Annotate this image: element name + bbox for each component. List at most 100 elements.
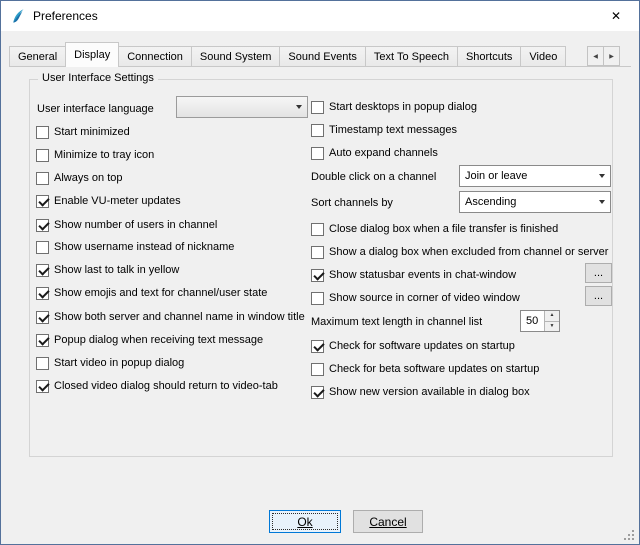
checkbox-label: Minimize to tray icon <box>54 149 154 161</box>
tab-video[interactable]: Video <box>520 46 566 66</box>
tab-text-to-speech[interactable]: Text To Speech <box>365 46 458 66</box>
tab-connection[interactable]: Connection <box>118 46 192 66</box>
spinner-down-button[interactable]: ▼ <box>545 321 559 332</box>
chevron-down-icon <box>290 97 307 117</box>
checkbox-start-minimized[interactable]: Start minimized <box>36 124 130 140</box>
ok-button[interactable]: Ok <box>269 510 341 533</box>
checkbox-show-new-version-available-in-dialog-box[interactable]: Show new version available in dialog box <box>311 384 530 400</box>
statusbar-events-more-button[interactable]: ... <box>585 263 612 283</box>
spinner-up-button[interactable]: ▲ <box>545 311 559 321</box>
checkbox-icon <box>36 149 49 162</box>
checkbox-show-username-instead-of-nickname[interactable]: Show username instead of nickname <box>36 239 234 255</box>
checkbox-icon <box>311 386 324 399</box>
checkbox-label: Check for software updates on startup <box>329 340 515 352</box>
tab-sound-system[interactable]: Sound System <box>191 46 281 66</box>
checkbox-auto-expand-channels[interactable]: Auto expand channels <box>311 145 438 161</box>
checkbox-icon <box>36 287 49 300</box>
checkbox-show-number-of-users-in-channel[interactable]: Show number of users in channel <box>36 217 217 233</box>
checkbox-show-emojis-and-text-for-channel-user-state[interactable]: Show emojis and text for channel/user st… <box>36 285 267 301</box>
cancel-label: Cancel <box>369 515 406 529</box>
checkbox-label: Check for beta software updates on start… <box>329 363 539 375</box>
label-text: Maximum text length in channel list <box>311 316 482 328</box>
language-combobox[interactable] <box>176 96 308 118</box>
checkbox-label: Start minimized <box>54 126 130 138</box>
checkbox-popup-dialog-on-text-message[interactable]: Popup dialog when receiving text message <box>36 332 263 348</box>
checkbox-icon <box>311 101 324 114</box>
checkbox-icon <box>311 223 324 236</box>
checkbox-show-server-and-channel-name-in-title[interactable]: Show both server and channel name in win… <box>36 309 305 325</box>
checkbox-icon <box>36 126 49 139</box>
checkbox-label: Timestamp text messages <box>329 124 457 136</box>
checkbox-show-last-to-talk-in-yellow[interactable]: Show last to talk in yellow <box>36 262 179 278</box>
checkbox-label: Show username instead of nickname <box>54 241 234 253</box>
checkbox-check-for-software-updates-on-startup[interactable]: Check for software updates on startup <box>311 338 515 354</box>
checkbox-icon <box>311 246 324 259</box>
group-title: User Interface Settings <box>38 72 158 84</box>
tab-bar: General Display Connection Sound System … <box>9 42 631 67</box>
tab-label: Shortcuts <box>466 51 512 63</box>
tab-display[interactable]: Display <box>65 42 119 67</box>
combobox-value: Ascending <box>460 192 593 212</box>
tab-scroll-left-button[interactable]: ◀ <box>587 46 604 66</box>
double-click-label: Double click on a channel <box>311 169 436 185</box>
checkbox-icon <box>311 124 324 137</box>
close-icon: ✕ <box>611 9 621 23</box>
checkbox-icon <box>36 311 49 324</box>
tab-label: Text To Speech <box>374 51 449 63</box>
checkbox-label: Close dialog box when a file transfer is… <box>329 223 558 235</box>
window-title: Preferences <box>33 9 98 23</box>
checkbox-label: Always on top <box>54 172 122 184</box>
checkbox-icon <box>311 269 324 282</box>
up-arrow-icon: ▲ <box>550 313 555 318</box>
checkbox-show-source-in-corner-of-video-window[interactable]: Show source in corner of video window <box>311 290 520 306</box>
checkbox-timestamp-text-messages[interactable]: Timestamp text messages <box>311 122 457 138</box>
label-text: Sort channels by <box>311 197 393 209</box>
spinner-buttons: ▲ ▼ <box>544 311 559 331</box>
app-icon[interactable] <box>10 8 26 24</box>
checkbox-check-for-beta-software-updates[interactable]: Check for beta software updates on start… <box>311 361 539 377</box>
sort-channels-combobox[interactable]: Ascending <box>459 191 611 213</box>
double-click-combobox[interactable]: Join or leave <box>459 165 611 187</box>
tab-general[interactable]: General <box>9 46 66 66</box>
checkbox-icon <box>36 380 49 393</box>
checkbox-label: Show emojis and text for channel/user st… <box>54 287 267 299</box>
combobox-value <box>177 97 290 117</box>
video-source-more-button[interactable]: ... <box>585 286 612 306</box>
ok-label: Ok <box>297 515 312 529</box>
checkbox-closed-video-dialog-return-video-tab[interactable]: Closed video dialog should return to vid… <box>36 378 278 394</box>
checkbox-label: Show statusbar events in chat-window <box>329 269 516 281</box>
checkbox-start-video-in-popup-dialog[interactable]: Start video in popup dialog <box>36 355 184 371</box>
tab-label: Video <box>529 51 557 63</box>
checkbox-icon <box>311 340 324 353</box>
tab-sound-events[interactable]: Sound Events <box>279 46 366 66</box>
checkbox-icon <box>311 292 324 305</box>
checkbox-icon <box>311 147 324 160</box>
preferences-dialog: Preferences ✕ General Display Connection… <box>0 0 640 545</box>
checkbox-label: Show a dialog box when excluded from cha… <box>329 246 608 258</box>
max-text-length-spinner[interactable]: 50 ▲ ▼ <box>520 310 560 332</box>
language-label: User interface language <box>37 101 154 117</box>
tab-shortcuts[interactable]: Shortcuts <box>457 46 521 66</box>
checkbox-show-dialog-when-excluded[interactable]: Show a dialog box when excluded from cha… <box>311 244 608 260</box>
titlebar: Preferences ✕ <box>1 1 639 31</box>
tab-label: General <box>18 51 57 63</box>
resize-grip[interactable] <box>624 529 635 540</box>
checkbox-label: Popup dialog when receiving text message <box>54 334 263 346</box>
checkbox-minimize-to-tray-icon[interactable]: Minimize to tray icon <box>36 147 154 163</box>
checkbox-start-desktops-in-popup-dialog[interactable]: Start desktops in popup dialog <box>311 99 477 115</box>
checkbox-always-on-top[interactable]: Always on top <box>36 170 122 186</box>
checkbox-close-dialog-on-file-transfer-finished[interactable]: Close dialog box when a file transfer is… <box>311 221 558 237</box>
checkbox-label: Show number of users in channel <box>54 219 217 231</box>
checkbox-label: Start video in popup dialog <box>54 357 184 369</box>
checkbox-label: Enable VU-meter updates <box>54 195 181 207</box>
checkbox-icon <box>36 357 49 370</box>
checkbox-label: Show both server and channel name in win… <box>54 311 305 323</box>
checkbox-show-statusbar-events-in-chat-window[interactable]: Show statusbar events in chat-window <box>311 267 516 283</box>
cancel-button[interactable]: Cancel <box>353 510 423 533</box>
tab-scroll-right-button[interactable]: ▶ <box>603 46 620 66</box>
close-button[interactable]: ✕ <box>593 1 639 31</box>
checkbox-label: Show last to talk in yellow <box>54 264 179 276</box>
checkbox-enable-vu-meter-updates[interactable]: Enable VU-meter updates <box>36 193 181 209</box>
scroll-right-icon: ▶ <box>609 53 614 60</box>
chevron-down-icon <box>593 192 610 212</box>
